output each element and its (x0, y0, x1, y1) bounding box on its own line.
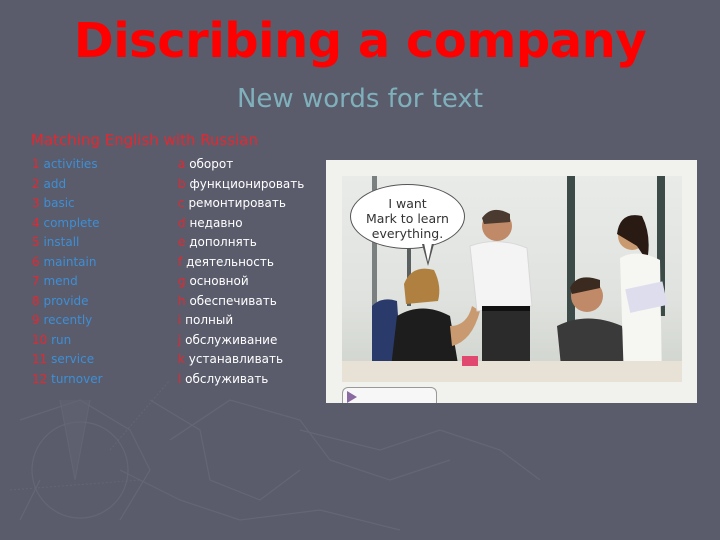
russian-item: i полный (178, 311, 233, 330)
english-item: 12 turnover (32, 370, 103, 389)
speech-bubble-line: I want (388, 196, 427, 211)
item-number: 2 (32, 176, 40, 191)
slide-subtitle: New words for text (236, 84, 484, 114)
russian-item: l обслуживать (178, 370, 268, 389)
item-number: 12 (32, 371, 48, 386)
english-word: basic (43, 196, 75, 210)
item-letter: l (178, 371, 182, 386)
english-item: 7 mend (32, 272, 78, 291)
russian-item: e дополнять (178, 233, 257, 252)
russian-item: j обслуживание (178, 331, 277, 350)
english-item: 8 provide (32, 292, 89, 311)
english-item: 11 service (32, 350, 94, 369)
section-heading: Matching English with Russian (31, 131, 259, 149)
english-item: 10 run (32, 331, 71, 350)
audio-track-tab[interactable] (342, 387, 437, 403)
russian-word: дополнять (189, 235, 257, 249)
item-letter: a (178, 157, 186, 171)
item-number: 8 (32, 293, 40, 308)
item-number: 1 (32, 157, 40, 171)
russian-item: c ремонтировать (178, 194, 286, 213)
russian-word: обслуживание (185, 332, 278, 347)
english-item: 4 complete (32, 214, 100, 233)
english-item: 9 recently (32, 311, 92, 330)
russian-item: g основной (178, 272, 249, 291)
english-word: turnover (51, 371, 103, 386)
item-letter: c (178, 196, 185, 210)
english-item: 2 add (32, 175, 66, 194)
english-word: add (43, 176, 67, 191)
item-number: 10 (32, 332, 48, 347)
russian-word: устанавливать (188, 352, 284, 366)
english-word: activities (43, 157, 98, 171)
item-letter: j (178, 332, 182, 347)
russian-item: f деятельность (178, 253, 274, 272)
english-item: 5 install (32, 233, 79, 252)
slide-title: Discribing a company (73, 13, 647, 69)
english-item: 1 activities (32, 155, 98, 174)
item-letter: h (178, 293, 186, 308)
english-word: maintain (43, 254, 97, 269)
russian-word: полный (185, 313, 234, 327)
english-word: mend (43, 274, 78, 288)
item-number: 5 (32, 235, 40, 249)
english-item: 6 maintain (32, 253, 96, 272)
item-letter: d (178, 215, 186, 230)
english-word: service (51, 352, 95, 366)
russian-item: d недавно (178, 214, 243, 233)
item-letter: f (178, 254, 183, 269)
item-letter: k (178, 352, 185, 366)
item-number: 7 (32, 274, 40, 288)
item-letter: e (178, 235, 186, 249)
english-word: recently (43, 313, 93, 327)
english-word: run (51, 332, 72, 347)
speech-bubble: I want Mark to learn everything. (350, 184, 465, 249)
item-number: 4 (32, 215, 40, 230)
play-icon[interactable] (347, 391, 357, 403)
english-word: complete (43, 215, 100, 230)
photo-scene: I want Mark to learn everything. (342, 176, 682, 382)
russian-word: функционировать (189, 176, 305, 191)
item-letter: b (178, 176, 186, 191)
english-item: 3 basic (32, 194, 75, 213)
office-photo: I want Mark to learn everything. (326, 160, 697, 403)
russian-word: обслуживать (185, 371, 269, 386)
english-word: provide (43, 293, 89, 308)
item-number: 3 (32, 196, 40, 210)
item-number: 11 (32, 352, 48, 366)
russian-item: b функционировать (178, 175, 304, 194)
russian-item: h обеспечивать (178, 292, 277, 311)
speech-bubble-tail (422, 243, 434, 266)
item-number: 6 (32, 254, 40, 269)
russian-item: a оборот (178, 155, 233, 174)
russian-item: k устанавливать (178, 350, 283, 369)
item-number: 9 (32, 313, 40, 327)
russian-word: недавно (189, 215, 243, 230)
russian-word: оборот (189, 157, 234, 171)
english-word: install (43, 235, 80, 249)
russian-word: деятельность (186, 254, 274, 269)
speech-bubble-line: everything. (371, 226, 444, 241)
russian-word: ремонтировать (188, 196, 286, 210)
item-letter: g (178, 274, 186, 288)
item-letter: i (178, 313, 182, 327)
russian-word: основной (189, 274, 249, 288)
speech-bubble-line: Mark to learn (366, 211, 449, 226)
russian-word: обеспечивать (189, 293, 277, 308)
